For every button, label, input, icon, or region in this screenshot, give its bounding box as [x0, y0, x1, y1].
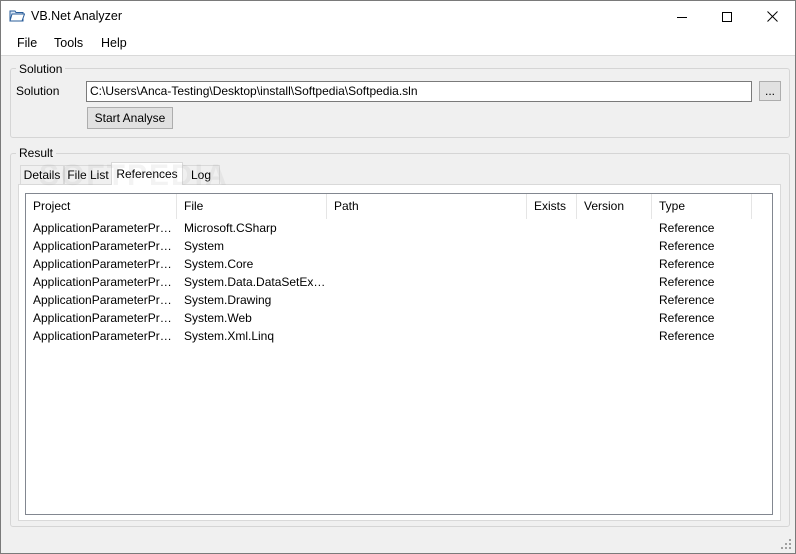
menu-help[interactable]: Help [99, 36, 129, 50]
table-row[interactable]: ApplicationParameterProjec... System Ref… [26, 237, 772, 255]
cell-project: ApplicationParameterProjec... [33, 257, 177, 271]
close-button[interactable] [749, 1, 795, 32]
column-header-version[interactable]: Version [577, 194, 652, 219]
close-icon [766, 11, 778, 22]
solution-field-label: Solution [16, 84, 60, 98]
title-bar[interactable]: VB.Net Analyzer [1, 1, 795, 32]
column-header-path[interactable]: Path [327, 194, 527, 219]
tab-log[interactable]: Log [182, 165, 220, 184]
column-header-type[interactable]: Type [652, 194, 752, 219]
window-title: VB.Net Analyzer [31, 9, 123, 23]
tab-file-list[interactable]: File List [64, 165, 112, 184]
app-window: VB.Net Analyzer File Tools Help Solution… [0, 0, 796, 554]
menu-bar: File Tools Help [1, 32, 795, 56]
column-header-file[interactable]: File [177, 194, 327, 219]
cell-type: Reference [659, 221, 715, 235]
menu-tools[interactable]: Tools [52, 36, 85, 50]
table-row[interactable]: ApplicationParameterProjec... System.Cor… [26, 255, 772, 273]
tab-details[interactable]: Details [20, 165, 64, 184]
cell-type: Reference [659, 257, 715, 271]
cell-project: ApplicationParameterProjec... [33, 329, 177, 343]
cell-file: System.Core [184, 257, 254, 271]
cell-project: ApplicationParameterProjec... [33, 239, 177, 253]
result-group-label: Result [16, 146, 57, 160]
table-row[interactable]: ApplicationParameterProjec... System.Web… [26, 309, 772, 327]
table-row[interactable]: ApplicationParameterProjec... System.Dra… [26, 291, 772, 309]
cell-type: Reference [659, 275, 715, 289]
resize-grip-icon[interactable] [780, 538, 792, 550]
maximize-button[interactable] [704, 1, 750, 32]
tab-references[interactable]: References [111, 162, 183, 185]
cell-file: Microsoft.CSharp [184, 221, 277, 235]
minimize-button[interactable] [659, 1, 705, 32]
cell-project: ApplicationParameterProjec... [33, 311, 177, 325]
cell-file: System.Data.DataSetExten... [184, 275, 327, 289]
cell-type: Reference [659, 239, 715, 253]
solution-path-input[interactable]: C:\Users\Anca-Testing\Desktop\install\So… [86, 81, 752, 102]
references-list[interactable]: Project File Path Exists Version Type Ap… [25, 193, 773, 515]
solution-group-label: Solution [16, 62, 66, 76]
cell-file: System [184, 239, 225, 253]
list-header: Project File Path Exists Version Type [26, 194, 772, 219]
cell-project: ApplicationParameterProjec... [33, 221, 177, 235]
cell-type: Reference [659, 329, 715, 343]
cell-project: ApplicationParameterProjec... [33, 293, 177, 307]
cell-file: System.Web [184, 311, 252, 325]
maximize-icon [722, 11, 732, 22]
cell-file: System.Drawing [184, 293, 272, 307]
cell-type: Reference [659, 293, 715, 307]
cell-file: System.Xml.Linq [184, 329, 275, 343]
table-row[interactable]: ApplicationParameterProjec... System.Dat… [26, 273, 772, 291]
cell-project: ApplicationParameterProjec... [33, 275, 177, 289]
start-analyse-button[interactable]: Start Analyse [87, 107, 173, 129]
table-row[interactable]: ApplicationParameterProjec... System.Xml… [26, 327, 772, 345]
browse-button[interactable]: ... [759, 81, 781, 101]
column-header-project[interactable]: Project [26, 194, 177, 219]
table-row[interactable]: ApplicationParameterProjec... Microsoft.… [26, 219, 772, 237]
menu-file[interactable]: File [15, 36, 39, 50]
folder-icon [9, 10, 25, 22]
cell-type: Reference [659, 311, 715, 325]
minimize-icon [677, 16, 687, 18]
column-header-exists[interactable]: Exists [527, 194, 577, 219]
